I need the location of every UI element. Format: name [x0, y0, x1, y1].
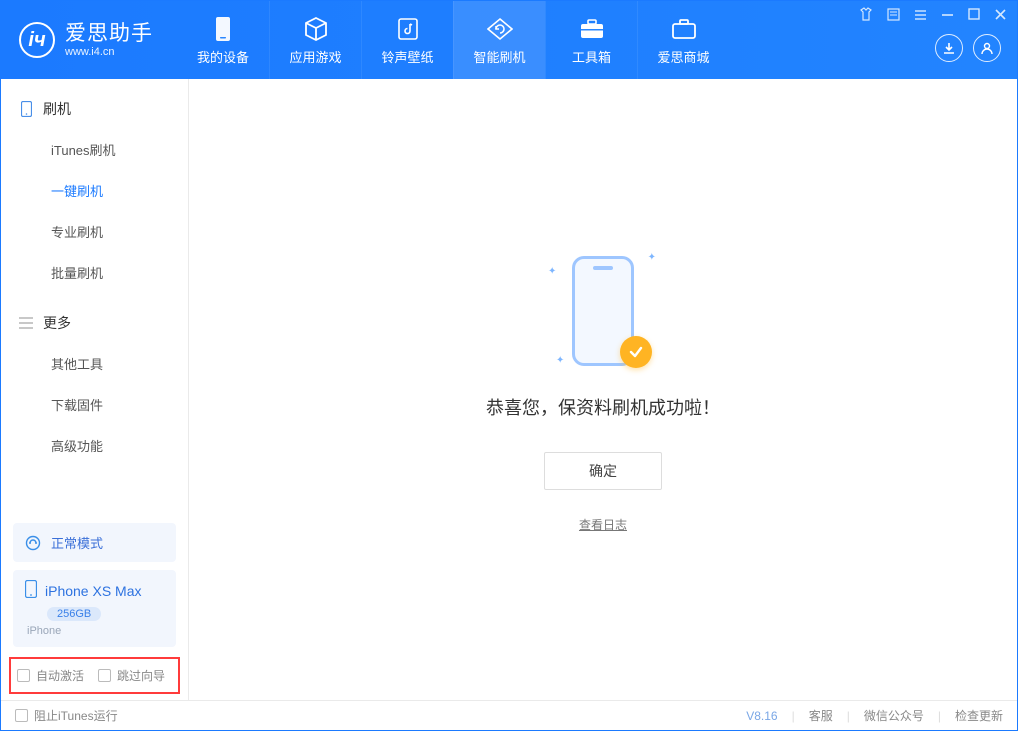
- mode-panel[interactable]: 正常模式: [13, 523, 176, 562]
- side-item-pro-flash[interactable]: 专业刷机: [1, 211, 188, 252]
- device-panel[interactable]: iPhone XS Max 256GB iPhone: [13, 570, 176, 647]
- nav-tab-apps[interactable]: 应用游戏: [269, 1, 361, 79]
- mode-label: 正常模式: [51, 533, 103, 552]
- nav-tab-device[interactable]: 我的设备: [177, 1, 269, 79]
- device-icon: [209, 15, 237, 43]
- menu-icon[interactable]: [914, 8, 927, 24]
- auto-activate-checkbox[interactable]: 自动激活: [17, 667, 84, 684]
- sparkle-icon: ✦: [548, 266, 556, 277]
- cube-icon: [302, 15, 330, 43]
- nav-label: 智能刷机: [473, 47, 525, 66]
- checkbox-label: 自动激活: [36, 667, 84, 684]
- side-section-more: 更多 其他工具 下载固件 高级功能: [1, 293, 188, 466]
- app-subtitle: www.i4.cn: [65, 46, 153, 58]
- nav-tab-toolbox[interactable]: 工具箱: [545, 1, 637, 79]
- toolbox-icon: [578, 15, 606, 43]
- side-header-label: 刷机: [43, 99, 71, 119]
- nav-label: 我的设备: [197, 47, 249, 66]
- device-type: iPhone: [27, 625, 164, 637]
- logo-area: iч 爱思助手 www.i4.cn: [1, 22, 177, 58]
- check-badge-icon: [620, 336, 652, 368]
- checkbox-box: [17, 669, 30, 682]
- nav-tab-mall[interactable]: 爱思商城: [637, 1, 729, 79]
- checkbox-highlight-row: 自动激活 跳过向导: [9, 657, 180, 694]
- nav-label: 应用游戏: [289, 47, 341, 66]
- mode-icon: [25, 535, 41, 551]
- main-content: ✦ ✦ ✦ 恭喜您，保资料刷机成功啦！ 确定 查看日志: [189, 79, 1017, 700]
- briefcase-icon: [670, 15, 698, 43]
- close-button[interactable]: [994, 8, 1007, 24]
- side-section-flash: 刷机 iTunes刷机 一键刷机 专业刷机 批量刷机: [1, 79, 188, 293]
- checkbox-box: [98, 669, 111, 682]
- ok-button[interactable]: 确定: [544, 452, 662, 490]
- download-icon[interactable]: [935, 34, 963, 62]
- side-item-download-firmware[interactable]: 下载固件: [1, 384, 188, 425]
- minimize-button[interactable]: [941, 8, 954, 24]
- logo-text: 爱思助手 www.i4.cn: [65, 22, 153, 57]
- side-header-flash: 刷机: [1, 89, 188, 129]
- nav-label: 工具箱: [572, 47, 611, 66]
- side-header-more: 更多: [1, 303, 188, 343]
- app-title: 爱思助手: [65, 22, 153, 45]
- side-header-label: 更多: [43, 313, 71, 333]
- sparkle-icon: ✦: [556, 355, 564, 366]
- block-itunes-checkbox[interactable]: 阻止iTunes运行: [15, 707, 118, 724]
- menu-lines-icon: [19, 316, 33, 330]
- device-phone-icon: [25, 580, 37, 601]
- checkbox-label: 跳过向导: [117, 667, 165, 684]
- success-message: 恭喜您，保资料刷机成功啦！: [486, 394, 720, 420]
- shirt-icon[interactable]: [859, 7, 873, 24]
- footer: 阻止iTunes运行 V8.16 | 客服 | 微信公众号 | 检查更新: [1, 700, 1017, 730]
- side-item-other-tools[interactable]: 其他工具: [1, 343, 188, 384]
- window-controls: [859, 7, 1007, 24]
- phone-icon: [19, 102, 33, 116]
- nav-tab-flash[interactable]: 智能刷机: [453, 1, 545, 79]
- header-actions: [935, 34, 1001, 62]
- device-capacity: 256GB: [47, 607, 101, 621]
- sidebar: 刷机 iTunes刷机 一键刷机 专业刷机 批量刷机 更多 其他工具 下载固件 …: [1, 79, 189, 700]
- refresh-icon: [486, 15, 514, 43]
- side-item-advanced[interactable]: 高级功能: [1, 425, 188, 466]
- side-item-itunes-flash[interactable]: iTunes刷机: [1, 129, 188, 170]
- user-icon[interactable]: [973, 34, 1001, 62]
- checkbox-box: [15, 709, 28, 722]
- separator: |: [792, 709, 795, 723]
- side-item-oneclick-flash[interactable]: 一键刷机: [1, 170, 188, 211]
- body: 刷机 iTunes刷机 一键刷机 专业刷机 批量刷机 更多 其他工具 下载固件 …: [1, 79, 1017, 700]
- note-icon[interactable]: [887, 8, 900, 24]
- footer-link-update[interactable]: 检查更新: [955, 707, 1003, 724]
- footer-link-wechat[interactable]: 微信公众号: [864, 707, 924, 724]
- device-name: iPhone XS Max: [45, 583, 142, 599]
- separator: |: [938, 709, 941, 723]
- skip-guide-checkbox[interactable]: 跳过向导: [98, 667, 165, 684]
- version-label: V8.16: [746, 709, 777, 723]
- music-icon: [394, 15, 422, 43]
- nav-label: 铃声壁纸: [381, 47, 433, 66]
- checkbox-label: 阻止iTunes运行: [34, 707, 118, 724]
- separator: |: [847, 709, 850, 723]
- sidebar-bottom: 正常模式 iPhone XS Max 256GB iPhone 自动激活 跳过向…: [1, 519, 188, 700]
- nav-tabs: 我的设备 应用游戏 铃声壁纸 智能刷机 工具箱 爱思商城: [177, 1, 729, 79]
- side-item-batch-flash[interactable]: 批量刷机: [1, 252, 188, 293]
- logo-icon: iч: [19, 22, 55, 58]
- nav-tab-ringtones[interactable]: 铃声壁纸: [361, 1, 453, 79]
- view-log-link[interactable]: 查看日志: [579, 516, 627, 533]
- success-illustration: ✦ ✦ ✦: [548, 246, 658, 376]
- sparkle-icon: ✦: [648, 252, 656, 263]
- header: iч 爱思助手 www.i4.cn 我的设备 应用游戏 铃声壁纸 智能刷机 工具…: [1, 1, 1017, 79]
- header-right: [859, 1, 1007, 62]
- footer-link-support[interactable]: 客服: [809, 707, 833, 724]
- nav-label: 爱思商城: [657, 47, 709, 66]
- maximize-button[interactable]: [968, 8, 980, 23]
